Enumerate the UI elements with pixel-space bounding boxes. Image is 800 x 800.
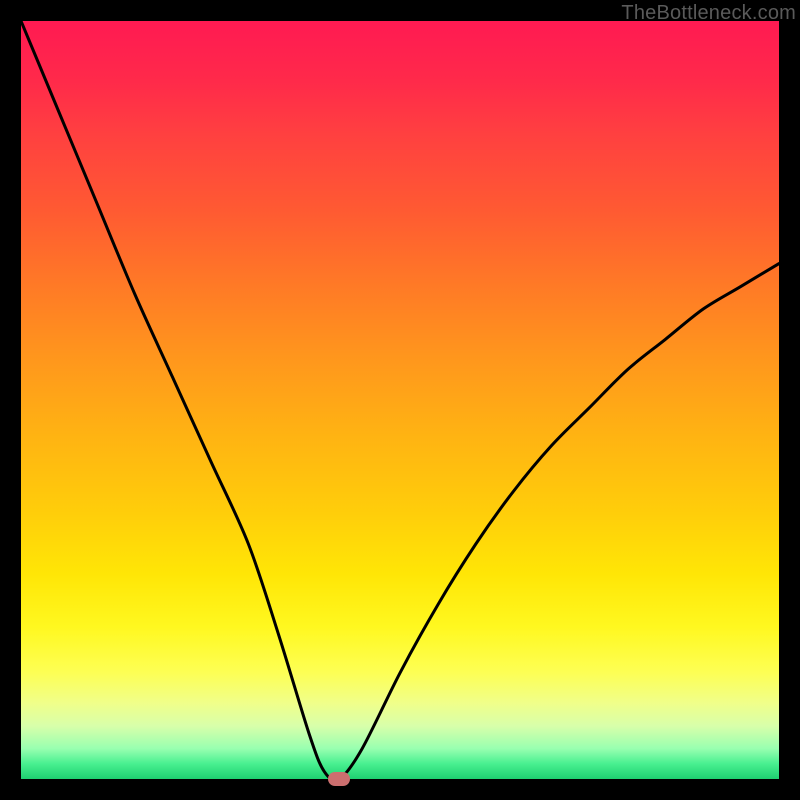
bottleneck-curve-path — [21, 21, 779, 779]
chart-plot-area — [21, 21, 779, 779]
chart-curve-svg — [21, 21, 779, 779]
optimum-marker — [328, 772, 350, 786]
watermark-text: TheBottleneck.com — [621, 2, 796, 25]
